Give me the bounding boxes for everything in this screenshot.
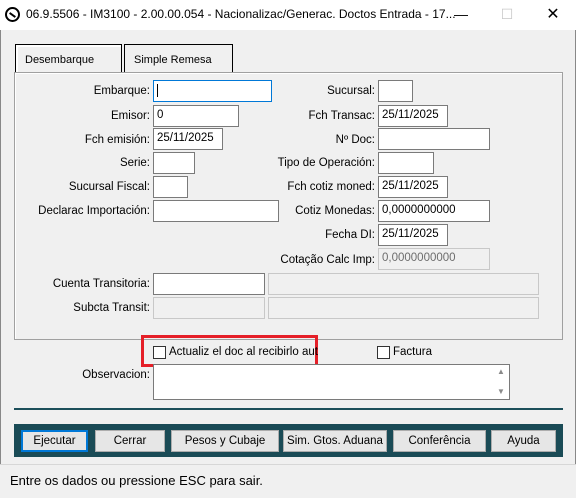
- fch-transac-label: Fch Transac:: [308, 110, 375, 122]
- actualiz-checkbox-label[interactable]: Actualiz el doc al recibirlo aut: [169, 346, 318, 358]
- sucursal-fiscal-label: Sucursal Fiscal:: [68, 181, 150, 193]
- app-icon: [5, 7, 20, 22]
- sucursal-field[interactable]: [378, 80, 413, 102]
- declarac-importacion-label: Declarac Importación:: [38, 205, 150, 217]
- tipo-operacion-field[interactable]: [378, 152, 434, 174]
- cuenta-transitoria-desc: [268, 273, 539, 295]
- scroll-down-icon[interactable]: ▼: [495, 387, 507, 396]
- cuenta-transitoria-field[interactable]: [153, 273, 265, 295]
- fch-emision-label: Fch emisión:: [84, 134, 150, 146]
- ejecutar-button[interactable]: Ejecutar: [21, 430, 88, 452]
- embarque-field[interactable]: [153, 80, 272, 102]
- fecha-di-field[interactable]: 25/11/2025: [378, 224, 448, 246]
- fch-cotiz-moned-field[interactable]: 25/11/2025: [378, 176, 448, 198]
- cotacao-calc-imp-label: Cotação Calc Imp:: [280, 254, 375, 266]
- divider: [14, 408, 563, 410]
- cotiz-monedas-label: Cotiz Monedas:: [295, 205, 375, 217]
- sim-gtos-aduana-button[interactable]: Sim. Gtos. Aduana: [283, 430, 387, 452]
- nro-doc-label: Nº Doc:: [335, 134, 375, 146]
- tab-desembarque[interactable]: Desembarque: [15, 44, 122, 72]
- actualiz-checkbox[interactable]: [153, 346, 166, 359]
- observacion-label: Observacion:: [82, 369, 150, 381]
- tab-simple-remesa[interactable]: Simple Remesa: [124, 44, 233, 72]
- status-bar: Entre os dados ou pressione ESC para sai…: [0, 464, 576, 498]
- factura-checkbox[interactable]: [377, 346, 390, 359]
- serie-label: Serie:: [119, 157, 150, 169]
- observacion-textarea[interactable]: [153, 364, 510, 400]
- minimize-button[interactable]: —: [438, 0, 484, 30]
- emisor-label: Emisor:: [111, 110, 150, 122]
- fch-emision-field[interactable]: 25/11/2025: [153, 128, 223, 150]
- embarque-label: Embarque:: [93, 85, 150, 97]
- window-title: 06.9.5506 - IM3100 - 2.00.00.054 - Nacio…: [26, 7, 456, 21]
- maximize-button[interactable]: ☐: [484, 0, 530, 30]
- pesos-cubaje-button[interactable]: Pesos y Cubaje: [171, 430, 279, 452]
- cuenta-transitoria-label: Cuenta Transitoria:: [52, 278, 150, 290]
- ayuda-button[interactable]: Ayuda: [491, 430, 556, 452]
- nro-doc-field[interactable]: [378, 128, 490, 150]
- subcta-transit-desc: [268, 297, 539, 319]
- title-bar: 06.9.5506 - IM3100 - 2.00.00.054 - Nacio…: [0, 0, 576, 30]
- subcta-transit-label: Subcta Transit:: [73, 302, 150, 314]
- fecha-di-label: Fecha DI:: [325, 229, 375, 241]
- declarac-importacion-field[interactable]: [153, 200, 279, 222]
- tipo-operacion-label: Tipo de Operación:: [277, 157, 375, 169]
- serie-field[interactable]: [153, 152, 195, 174]
- fch-cotiz-moned-label: Fch cotiz moned:: [287, 181, 375, 193]
- sucursal-fiscal-field[interactable]: [153, 176, 188, 198]
- close-button[interactable]: ✕: [530, 0, 576, 30]
- factura-checkbox-label[interactable]: Factura: [393, 346, 432, 358]
- scroll-up-icon[interactable]: ▲: [495, 367, 507, 376]
- emisor-field[interactable]: 0: [153, 105, 239, 127]
- cotiz-monedas-field[interactable]: 0,0000000000: [378, 200, 490, 222]
- fch-transac-field[interactable]: 25/11/2025: [378, 105, 448, 127]
- text-caret: [157, 84, 158, 97]
- conferencia-button[interactable]: Conferência: [393, 430, 486, 452]
- sucursal-label: Sucursal:: [327, 85, 375, 97]
- cotacao-calc-imp-field: 0,0000000000: [378, 248, 490, 270]
- subcta-transit-field: [153, 297, 265, 319]
- cerrar-button[interactable]: Cerrar: [95, 430, 165, 452]
